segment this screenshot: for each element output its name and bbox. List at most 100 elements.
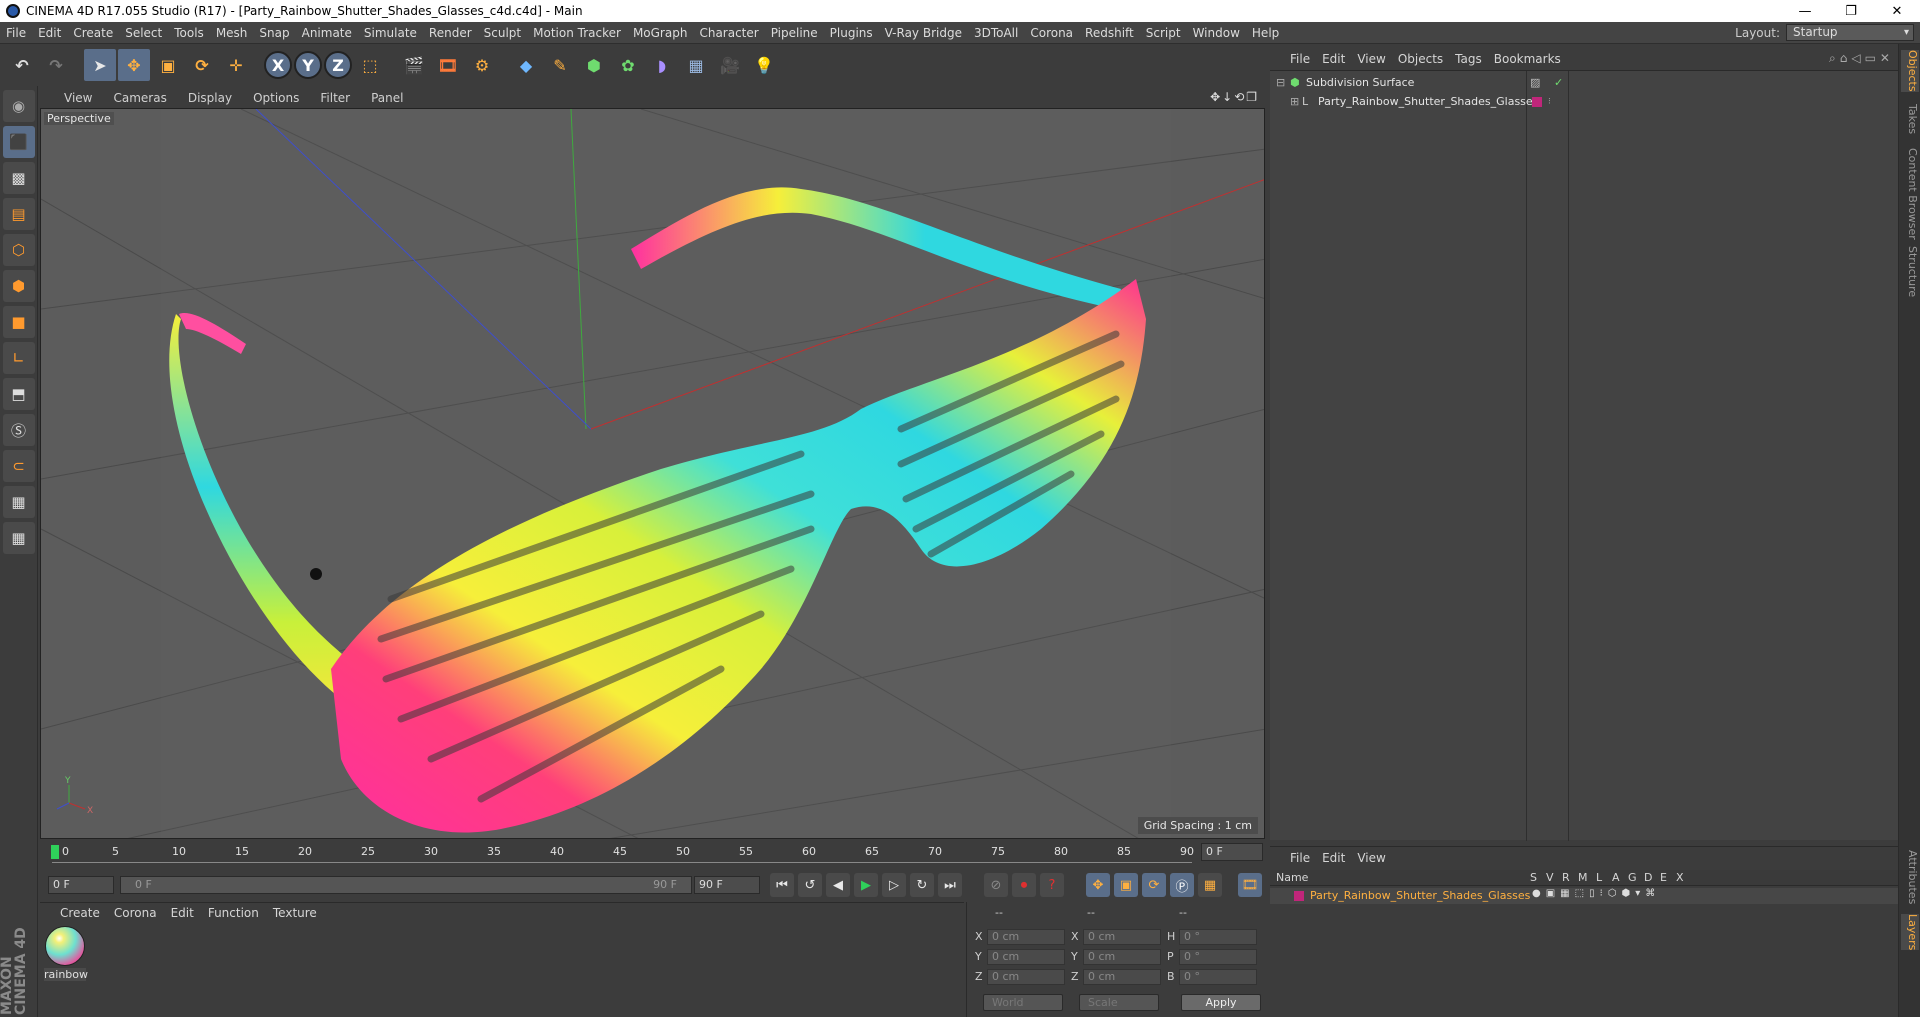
key-parameter-button[interactable]: Ⓟ [1170, 873, 1194, 897]
select-cursor-icon[interactable]: ➤ [84, 49, 116, 81]
menu-edit[interactable]: Edit [32, 26, 67, 40]
model-mode-icon[interactable]: ⬛ [2, 126, 35, 158]
workplane-snap-icon[interactable]: ▦ [2, 522, 35, 554]
workplane-mode-icon[interactable]: ▤ [2, 198, 35, 230]
menu-help[interactable]: Help [1246, 26, 1285, 40]
autokey-button[interactable]: ⏺ [1012, 873, 1036, 897]
object-menu-tags[interactable]: Tags [1451, 52, 1490, 66]
rotation-b-field[interactable]: 0 ° [1179, 969, 1257, 985]
make-editable-icon[interactable]: ◉ [2, 90, 35, 122]
viewport-menu-display[interactable]: Display [176, 91, 241, 105]
timeline-window-button[interactable]: 🎞 [1238, 873, 1262, 897]
rotation-h-field[interactable]: 0 ° [1179, 929, 1257, 945]
minimize-button[interactable]: — [1782, 0, 1828, 22]
size-y-field[interactable]: 0 cm [1083, 949, 1161, 965]
menu-animate[interactable]: Animate [296, 26, 358, 40]
viewport-nav-icons[interactable]: ✥↓⟲❐ [1210, 90, 1259, 104]
layer-menu-view[interactable]: View [1353, 851, 1393, 865]
previous-key-button[interactable]: ↺ [798, 873, 822, 897]
points-mode-icon[interactable]: ⬡ [2, 234, 35, 266]
expand-toggle-icon[interactable]: ⊞ [1290, 93, 1299, 111]
timeline-frame-field[interactable]: 0 F [1201, 843, 1263, 861]
menu-sculpt[interactable]: Sculpt [478, 26, 527, 40]
position-y-field[interactable]: 0 cm [987, 949, 1065, 965]
menu-corona[interactable]: Corona [1024, 26, 1079, 40]
viewport-camera-label[interactable]: Perspective [44, 112, 114, 125]
layer-row[interactable]: Party_Rainbow_Shutter_Shades_Glasses ●▣▦… [1270, 888, 1898, 904]
go-to-start-button[interactable]: ⏮ [770, 873, 794, 897]
previous-frame-button[interactable]: ◀ [826, 873, 850, 897]
layer-col-expressions[interactable]: E [1660, 871, 1667, 884]
light-icon[interactable]: 💡 [748, 49, 780, 81]
object-menu-bookmarks[interactable]: Bookmarks [1490, 52, 1569, 66]
material-menu-edit[interactable]: Edit [165, 906, 202, 920]
restore-button[interactable]: ❐ [1828, 0, 1874, 22]
object-manager-panel[interactable]: ⊟ ⬢ Subdivision Surface ▨ ✓ ⊞ L Party_Ra… [1270, 70, 1898, 841]
tab-attributes[interactable]: Attributes [1901, 850, 1919, 904]
layer-col-view[interactable]: V [1546, 871, 1554, 884]
rotate-tool-icon[interactable]: ⟳ [186, 49, 218, 81]
edges-mode-icon[interactable]: ⬢ [2, 270, 35, 302]
keyframe-selection-button[interactable]: ? [1040, 873, 1064, 897]
key-rotation-button[interactable]: ⟳ [1142, 873, 1166, 897]
material-thumbnail[interactable]: rainbow [44, 926, 88, 981]
next-key-button[interactable]: ↻ [910, 873, 934, 897]
object-menu-edit[interactable]: Edit [1318, 52, 1353, 66]
spline-pen-icon[interactable]: ✎ [544, 49, 576, 81]
layer-manager-panel[interactable]: Name S V R M L A G D E X Party_Rainbow_S… [1270, 868, 1898, 1017]
menu-script[interactable]: Script [1140, 26, 1187, 40]
deformer-icon[interactable]: ◗ [646, 49, 678, 81]
max-frame-field[interactable]: 90 F [694, 876, 760, 894]
subdivision-surface-icon[interactable]: ⬢ [578, 49, 610, 81]
floor-icon[interactable]: ▦ [680, 49, 712, 81]
layer-col-generators[interactable]: G [1628, 871, 1637, 884]
key-scale-button[interactable]: ▣ [1114, 873, 1138, 897]
viewport-menu-options[interactable]: Options [241, 91, 308, 105]
object-tree-item[interactable]: ⊞ L Party_Rainbow_Shutter_Shades_Glasses… [1270, 93, 1890, 111]
scale-tool-icon[interactable]: ▣ [152, 49, 184, 81]
tab-takes[interactable]: Takes [1901, 104, 1919, 134]
object-name[interactable]: Party_Rainbow_Shutter_Shades_Glasses [1318, 93, 1538, 111]
object-manager-nav-icons[interactable]: ⌕⌂◁▭✕ [1829, 51, 1894, 66]
apply-button[interactable]: Apply [1181, 994, 1261, 1011]
layer-col-solo[interactable]: S [1530, 871, 1537, 884]
tab-objects[interactable]: Objects [1901, 50, 1919, 92]
rotation-p-field[interactable]: 0 ° [1179, 949, 1257, 965]
redo-icon[interactable]: ↷ [40, 49, 72, 81]
play-button[interactable]: ▶ [854, 873, 878, 897]
render-picture-viewer-icon[interactable]: 🎞 [432, 49, 464, 81]
menu-snap[interactable]: Snap [253, 26, 295, 40]
record-keys-button[interactable]: ⊘ [984, 873, 1008, 897]
layer-col-xref[interactable]: X [1676, 871, 1684, 884]
frame-range-slider[interactable]: 0 F 90 F [120, 876, 692, 894]
layer-col-render[interactable]: R [1562, 871, 1570, 884]
layer-toggle-icons[interactable]: ●▣▦⬚▯⁝⬡⬢▾⌘ [1532, 888, 1660, 899]
object-menu-view[interactable]: View [1353, 52, 1393, 66]
object-name[interactable]: Subdivision Surface [1306, 74, 1414, 92]
tab-content-browser[interactable]: Content Browser [1901, 148, 1919, 240]
size-x-field[interactable]: 0 cm [1083, 929, 1161, 945]
playhead-marker[interactable] [51, 845, 59, 859]
viewport-menu-panel[interactable]: Panel [359, 91, 412, 105]
menu-create[interactable]: Create [67, 26, 119, 40]
magnet-icon[interactable]: ⊂ [2, 450, 35, 482]
undo-icon[interactable]: ↶ [6, 49, 38, 81]
object-tree-item[interactable]: ⊟ ⬢ Subdivision Surface ▨ ✓ [1270, 74, 1890, 92]
x-axis-lock-button[interactable]: X [264, 51, 292, 79]
menu-pipeline[interactable]: Pipeline [765, 26, 824, 40]
coordinate-space-dropdown[interactable]: World [983, 994, 1063, 1011]
layout-dropdown[interactable]: Startup [1786, 24, 1914, 41]
layer-name[interactable]: Party_Rainbow_Shutter_Shades_Glasses [1310, 889, 1530, 902]
camera-icon[interactable]: 🎥 [714, 49, 746, 81]
timeline-ruler[interactable]: 0 5 10 15 20 25 30 35 40 45 50 55 60 65 … [40, 841, 1265, 865]
layer-color-swatch[interactable] [1294, 891, 1304, 901]
object-menu-objects[interactable]: Objects [1394, 52, 1451, 66]
menu-motion-tracker[interactable]: Motion Tracker [527, 26, 627, 40]
collapse-toggle-icon[interactable]: ⊟ [1276, 74, 1285, 92]
menu-render[interactable]: Render [423, 26, 478, 40]
menu-3dtoall[interactable]: 3DToAll [968, 26, 1024, 40]
material-menu-corona[interactable]: Corona [108, 906, 165, 920]
material-menu-create[interactable]: Create [54, 906, 108, 920]
menu-redshift[interactable]: Redshift [1079, 26, 1140, 40]
layer-col-animation[interactable]: A [1612, 871, 1620, 884]
